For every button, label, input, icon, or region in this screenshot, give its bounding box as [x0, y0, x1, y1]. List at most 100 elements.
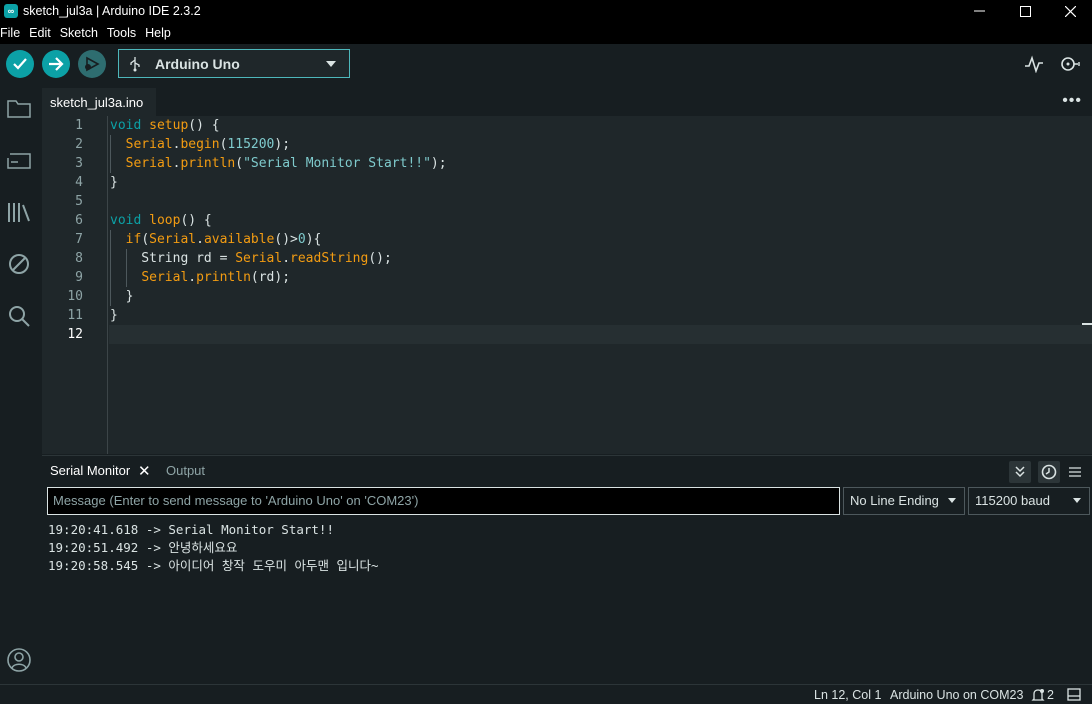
folder-icon: [7, 100, 31, 118]
code-text: ();: [368, 251, 392, 266]
profile-button[interactable]: [5, 646, 33, 674]
serial-plotter-button[interactable]: [1020, 50, 1048, 78]
line-number: 8: [75, 251, 83, 266]
timestamp-button[interactable]: [1038, 461, 1060, 483]
code-line-8: String rd = Serial.readString();: [110, 249, 392, 268]
window-title: sketch_jul3a | Arduino IDE 2.3.2: [23, 4, 201, 18]
sketchbook-button[interactable]: [5, 94, 33, 122]
object-name: Serial: [125, 137, 173, 152]
number-literal: 0: [297, 232, 306, 247]
code-text: .: [196, 232, 204, 247]
output-line: 19:20:41.618 -> Serial Monitor Start!!: [48, 522, 334, 537]
debug-button[interactable]: [78, 50, 106, 78]
line-number: 10: [67, 289, 83, 304]
notification-count: 2: [1047, 688, 1054, 702]
line-number: 3: [75, 156, 83, 171]
arrow-right-icon: [49, 57, 64, 71]
code-text: String rd =: [110, 251, 236, 266]
chevron-down-icon: [1073, 498, 1081, 503]
code-text: .: [282, 251, 291, 266]
code-text: .: [188, 270, 197, 285]
code-text: () {: [188, 118, 220, 133]
debug-icon: [85, 56, 100, 72]
line-number: 6: [75, 213, 83, 228]
code-text: (rd);: [250, 270, 291, 285]
line-number: 2: [75, 137, 83, 152]
function-name: println: [180, 156, 236, 171]
code-text: (: [235, 156, 244, 171]
code-text: }: [110, 175, 118, 190]
bell-icon[interactable]: [1031, 688, 1045, 702]
line-ending-select[interactable]: No Line Ending: [843, 487, 965, 515]
code-editor[interactable]: 1 2 3 4 5 6 7 8 9 10 11 12 void setup() …: [42, 116, 1092, 454]
debug-panel-button[interactable]: [5, 250, 33, 278]
chevron-down-icon: [326, 61, 336, 67]
object-name: Serial: [141, 270, 189, 285]
code-line-11: }: [110, 306, 118, 325]
search-button[interactable]: [5, 302, 33, 330]
more-options-icon[interactable]: •••: [1062, 92, 1082, 110]
output-panel-icon[interactable]: [1067, 688, 1081, 701]
menu-sketch[interactable]: Sketch: [60, 26, 102, 40]
code-text: );: [430, 156, 447, 171]
code-line-10: }: [110, 287, 134, 306]
code-line-1: void setup() {: [110, 116, 220, 135]
baud-rate-select[interactable]: 115200 baud: [968, 487, 1090, 515]
editor-tab[interactable]: sketch_jul3a.ino: [42, 88, 156, 116]
function-name: loop: [149, 213, 181, 228]
editor-tab-bar: sketch_jul3a.ino •••: [42, 88, 1092, 116]
verify-button[interactable]: [6, 50, 34, 78]
board-name: Arduino Uno: [155, 55, 240, 72]
object-name: Serial: [125, 156, 173, 171]
minimize-button[interactable]: [956, 0, 1002, 22]
library-icon: [8, 203, 30, 222]
close-icon: [1064, 5, 1076, 17]
close-tab-icon[interactable]: ✕: [138, 462, 151, 480]
serial-message-input[interactable]: Message (Enter to send message to 'Ardui…: [47, 487, 840, 515]
line-ending-value: No Line Ending: [850, 493, 939, 508]
menu-help[interactable]: Help: [145, 26, 175, 40]
upload-button[interactable]: [42, 50, 70, 78]
serial-monitor-button[interactable]: [1056, 50, 1084, 78]
autoscroll-button[interactable]: [1009, 461, 1031, 483]
menu-edit[interactable]: Edit: [29, 26, 55, 40]
maximize-icon: [1019, 5, 1031, 17]
line-number: 7: [75, 232, 83, 247]
menu-file[interactable]: File: [0, 26, 24, 40]
code-text: ()>: [274, 232, 298, 247]
baud-rate-value: 115200 baud: [975, 493, 1050, 508]
function-name: available: [203, 232, 275, 247]
code-text: }: [110, 289, 134, 304]
serial-monitor-icon: [1061, 57, 1080, 71]
tab-serial-monitor[interactable]: Serial Monitor: [50, 463, 130, 478]
maximize-button[interactable]: [1002, 0, 1048, 22]
line-number: 11: [67, 308, 83, 323]
menu-tools[interactable]: Tools: [107, 26, 140, 40]
line-number-gutter: 1 2 3 4 5 6 7 8 9 10 11 12: [42, 116, 108, 454]
code-line-9: Serial.println(rd);: [110, 268, 290, 287]
boards-manager-button[interactable]: [5, 146, 33, 174]
output-line: 19:20:51.492 -> 안녕하세요요: [48, 540, 238, 555]
checkmark-icon: [13, 58, 27, 70]
board-selector[interactable]: Arduino Uno: [118, 49, 350, 78]
serial-input-row: Message (Enter to send message to 'Ardui…: [42, 486, 1092, 516]
code-line-6: void loop() {: [110, 211, 212, 230]
tab-output[interactable]: Output: [166, 463, 205, 478]
code-line-3: Serial.println("Serial Monitor Start!!")…: [110, 154, 447, 173]
close-window-button[interactable]: [1047, 0, 1092, 22]
chevron-down-icon: [948, 498, 956, 503]
scroll-position-marker: [1082, 323, 1092, 325]
title-bar: ∞ sketch_jul3a | Arduino IDE 2.3.2: [0, 0, 1092, 22]
clear-output-button[interactable]: [1064, 461, 1086, 483]
code-text: () {: [180, 213, 212, 228]
line-number: 4: [75, 175, 83, 190]
code-text: ){: [305, 232, 322, 247]
code-line-4: }: [110, 173, 118, 192]
library-manager-button[interactable]: [5, 198, 33, 226]
output-line: 19:20:58.545 -> 아이디어 창작 도우미 아두맨 입니다~: [48, 558, 379, 573]
